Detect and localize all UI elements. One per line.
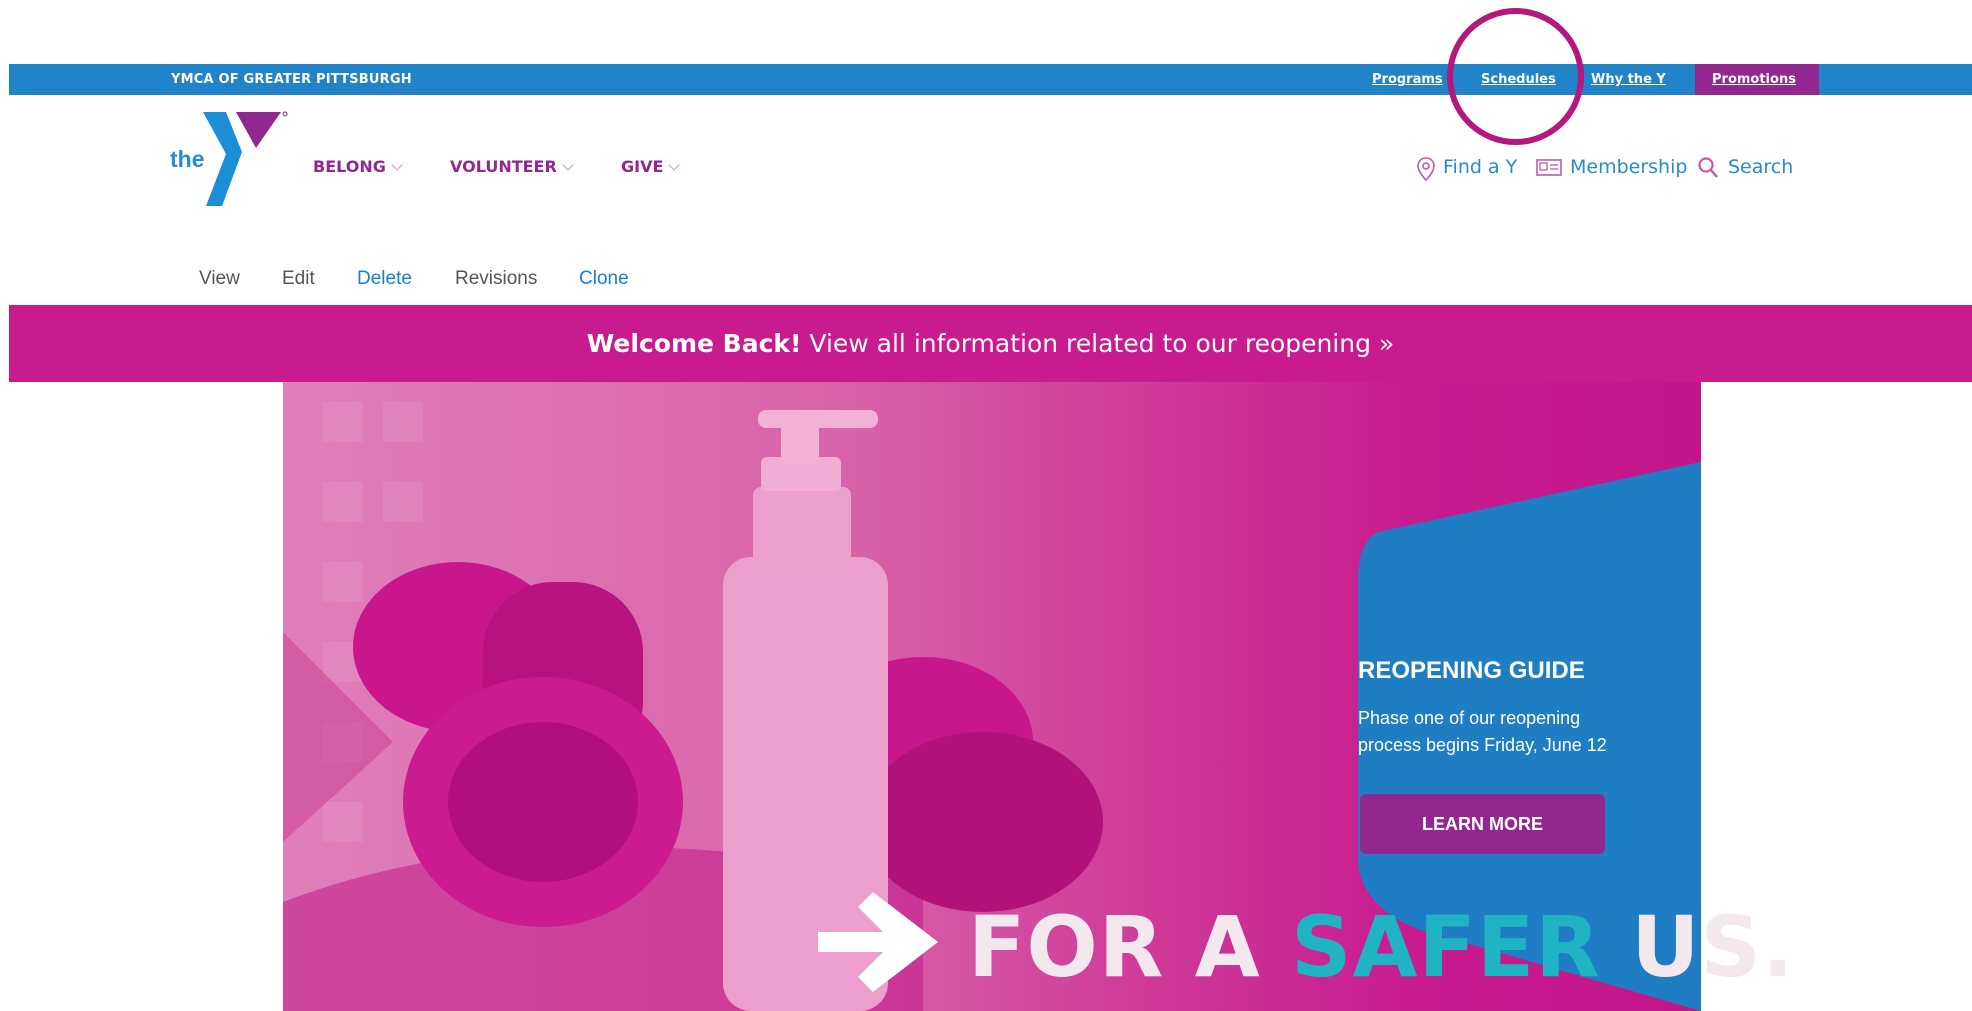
tab-view[interactable]: View (199, 268, 240, 290)
nav-give[interactable]: GIVE (621, 157, 681, 176)
search-icon (1698, 157, 1718, 178)
nav-give-label: GIVE (621, 157, 664, 176)
learn-more-button[interactable]: LEARN MORE (1360, 794, 1605, 854)
tagline: FOR A SAFER US. (968, 898, 1795, 996)
nav-volunteer[interactable]: VOLUNTEER (450, 157, 574, 176)
id-card-icon (1536, 159, 1562, 176)
chevron-down-icon (668, 159, 681, 171)
membership-link[interactable]: Membership (1536, 156, 1687, 178)
tab-delete[interactable]: Delete (357, 268, 412, 290)
org-name: YMCA OF GREATER PITTSBURGH (171, 72, 412, 87)
nav-belong-label: BELONG (313, 157, 386, 176)
reopening-guide-title: REOPENING GUIDE (1358, 657, 1585, 684)
tagline-part-1: FOR A (968, 898, 1261, 996)
reopening-guide-text: Phase one of our reopening process begin… (1358, 708, 1607, 755)
welcome-bold: Welcome Back! (586, 329, 802, 358)
tab-edit[interactable]: Edit (282, 268, 315, 290)
tab-revisions[interactable]: Revisions (455, 268, 537, 290)
membership-label: Membership (1570, 156, 1688, 178)
search-link[interactable]: Search (1698, 156, 1793, 178)
search-label: Search (1728, 156, 1794, 178)
nav-volunteer-label: VOLUNTEER (450, 157, 557, 176)
why-the-y-link[interactable]: Why the Y (1591, 72, 1666, 87)
tagline-part-2: SAFER (1290, 898, 1601, 996)
welcome-banner[interactable]: Welcome Back! View all information relat… (9, 305, 1972, 382)
tagline-part-3: US. (1631, 898, 1795, 996)
find-a-y-label: Find a Y (1443, 156, 1518, 178)
find-a-y-link[interactable]: Find a Y (1417, 156, 1518, 181)
top-utility-bar: YMCA OF GREATER PITTSBURGH Programs Sche… (9, 64, 1972, 95)
logo-vertical: YMCA (236, 166, 255, 191)
promotions-label: Promotions (1712, 72, 1796, 87)
welcome-text: View all information related to our reop… (809, 329, 1395, 358)
schedules-link[interactable]: Schedules (1481, 72, 1556, 87)
location-pin-icon (1417, 157, 1435, 181)
programs-link[interactable]: Programs (1372, 72, 1443, 87)
promotions-button[interactable]: Promotions (1695, 64, 1819, 95)
chevron-down-icon (562, 159, 574, 171)
ymca-logo[interactable]: the YMCA (170, 108, 298, 208)
nav-belong[interactable]: BELONG (313, 157, 403, 176)
chevron-down-icon (391, 159, 403, 171)
logo-word: the (170, 146, 205, 172)
tab-clone[interactable]: Clone (579, 268, 629, 290)
